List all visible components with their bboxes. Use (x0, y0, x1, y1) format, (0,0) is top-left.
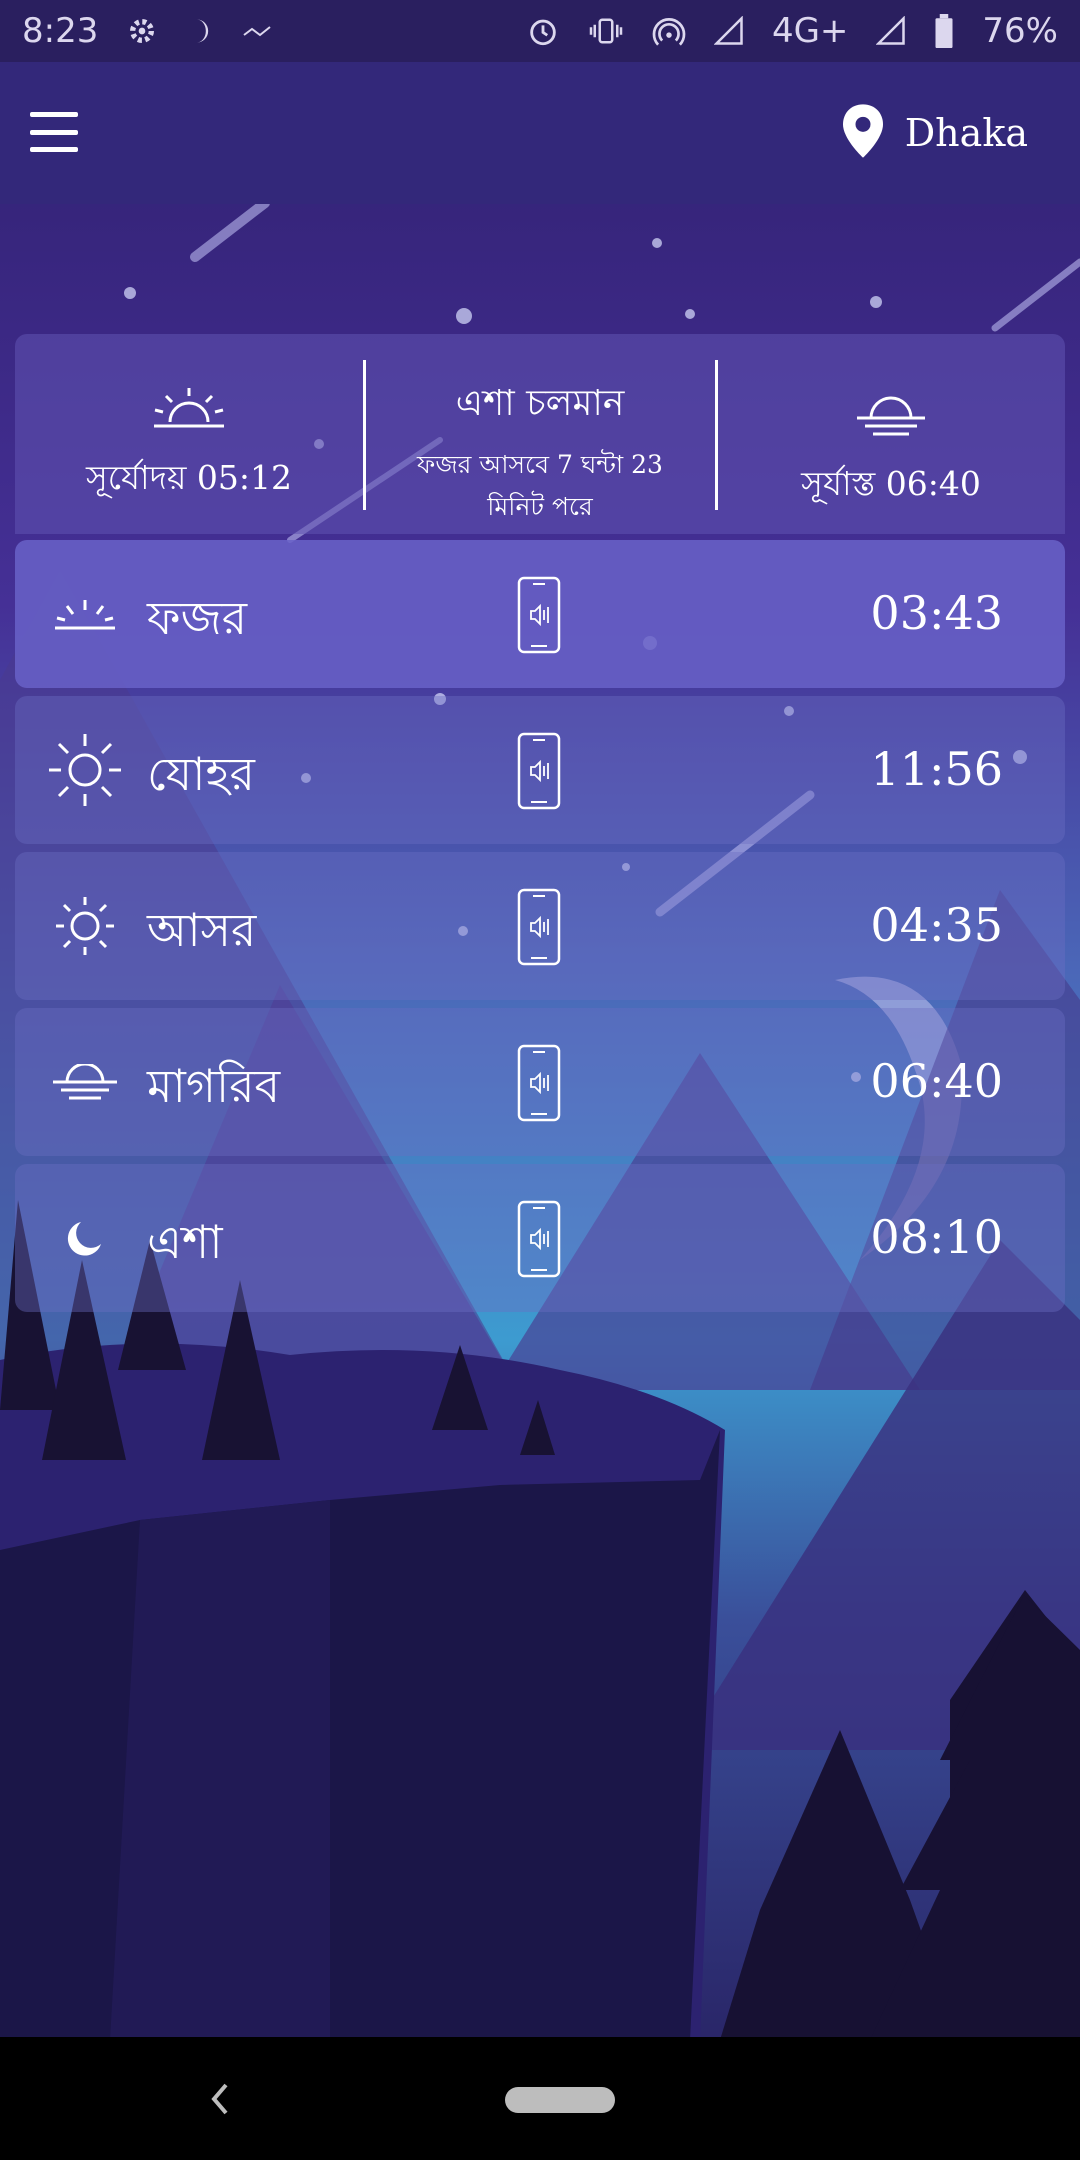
next-prayer-countdown: ফজর আসবে 7 ঘন্টা 23 মিনিট পরে (417, 450, 663, 521)
location-selector[interactable]: Dhaka (842, 104, 1028, 162)
sunset-label: সূর্যাস্ত 06:40 (801, 464, 981, 503)
prayer-row-dhuhr[interactable]: যোহর 11:56 (15, 696, 1065, 844)
network-label: 4G+ (771, 11, 849, 51)
home-pill-icon[interactable] (505, 2087, 615, 2113)
signal-icon (876, 16, 906, 46)
prayer-time: 03:43 (870, 586, 1003, 640)
sunrise-label: সূর্যোদয় 05:12 (85, 458, 292, 497)
vibrate-icon (588, 16, 624, 46)
sunrise-section: সূর্যোদয় 05:12 (15, 334, 363, 534)
hotspot-icon (652, 16, 686, 46)
moon-icon (45, 1198, 125, 1278)
prayer-time: 11:56 (870, 742, 1003, 796)
status-bar: 8:23 4G+ 76% (0, 0, 1080, 62)
phone-sound-icon[interactable] (517, 888, 561, 970)
current-prayer-status: এশা চলমান (455, 383, 625, 424)
prayer-row-fajr[interactable]: ফজর 03:43 (15, 540, 1065, 688)
prayer-time: 08:10 (870, 1210, 1003, 1264)
alarm-icon (526, 14, 560, 48)
current-status-section: এশা চলমান ফজর আসবে 7 ঘন্টা 23 মিনিট পরে (365, 334, 715, 534)
phone-sound-icon[interactable] (517, 576, 561, 658)
status-time: 8:23 (22, 11, 99, 51)
hamburger-menu-icon[interactable] (30, 112, 78, 152)
prayer-row-maghrib[interactable]: মাগরিব 06:40 (15, 1008, 1065, 1156)
app-bar: Dhaka (0, 62, 1080, 204)
prayer-name: এশা (147, 1215, 223, 1269)
prayer-row-asr[interactable]: আসর 04:35 (15, 852, 1065, 1000)
prayer-summary-card: সূর্যোদয় 05:12 এশা চলমান ফজর আসবে 7 ঘন্… (15, 334, 1065, 534)
location-name: Dhaka (904, 111, 1028, 155)
small-sun-icon (45, 886, 125, 966)
system-nav-bar (0, 2037, 1080, 2160)
gear-icon (126, 15, 158, 47)
sunrise-icon (45, 574, 125, 654)
moon-icon (186, 16, 214, 46)
prayer-name: ফজর (147, 591, 248, 645)
phone-sound-icon[interactable] (517, 1044, 561, 1126)
prayer-row-isha[interactable]: এশা 08:10 (15, 1164, 1065, 1312)
sunrise-icon (15, 386, 363, 434)
sun-icon (45, 730, 125, 810)
prayer-name: যোহর (147, 747, 255, 801)
prayer-time: 06:40 (870, 1054, 1003, 1108)
signal-small-icon (242, 21, 272, 41)
map-pin-icon (842, 104, 883, 162)
phone-sound-icon[interactable] (517, 1200, 561, 1282)
sunset-icon (717, 396, 1065, 440)
battery-percent: 76% (982, 11, 1058, 51)
prayer-name: মাগরিব (147, 1059, 281, 1113)
signal-icon (713, 16, 744, 46)
battery-icon (934, 14, 954, 48)
sunset-icon (45, 1042, 125, 1122)
back-chevron-icon[interactable] (200, 2077, 240, 2125)
prayer-name: আসর (147, 903, 257, 957)
prayer-time: 04:35 (870, 898, 1003, 952)
phone-sound-icon[interactable] (517, 732, 561, 814)
sunset-section: সূর্যাস্ত 06:40 (717, 334, 1065, 534)
